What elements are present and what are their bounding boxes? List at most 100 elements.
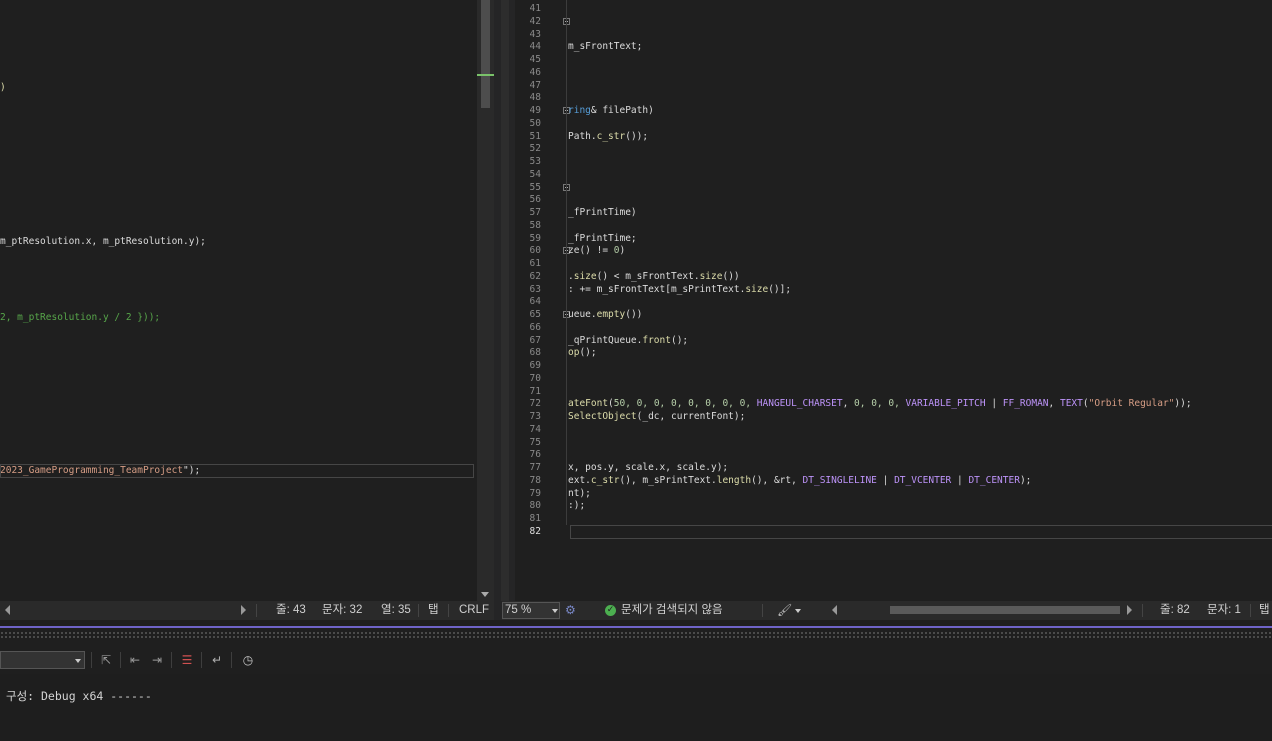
code-token: HANGEUL_CHARSET [756, 398, 843, 410]
code-line: ateFont(50, 0, 0, 0, 0, 0, 0, 0, HANGEUL… [568, 398, 1192, 410]
word-wrap-icon[interactable]: ↵ [208, 652, 226, 668]
right-status-bar: 75 % ⚙ ✓ 문제가 검색되지 않음 🖌 줄: 82 문자: 1 탭 [502, 601, 1272, 620]
line-number: 54 [529, 168, 541, 180]
output-text-area[interactable]: 구성: Debug x64 ------ [0, 674, 1272, 741]
code-token: SelectObject [568, 411, 637, 422]
go-to-previous-icon[interactable]: ⇱ [97, 652, 115, 668]
status-gap [494, 601, 502, 620]
brush-icon[interactable]: 🖌 [777, 601, 792, 620]
clock-icon[interactable]: ◷ [239, 652, 257, 668]
code-token: DT_SINGLELINE [802, 474, 877, 486]
line-number: 59 [529, 232, 541, 244]
code-token: ) [619, 245, 626, 257]
change-marker [477, 74, 494, 76]
chevron-down-icon [552, 609, 558, 613]
line-indicator[interactable]: 줄: 43 [276, 601, 306, 620]
code-token: c_str [596, 130, 626, 142]
indent-indicator[interactable]: 탭 [428, 601, 439, 620]
code-token: ()) [625, 309, 643, 320]
code-token: c_str [590, 474, 620, 486]
code-token: "Orbit Regular" [1088, 398, 1175, 410]
code-token: _fPrintTime) [568, 207, 637, 218]
char-indicator[interactable]: 문자: 32 [322, 601, 362, 620]
line-ending-indicator[interactable]: CRLF [459, 601, 489, 620]
line-number: 78 [529, 474, 541, 486]
left-vertical-scrollbar[interactable] [477, 0, 494, 601]
scroll-right-icon[interactable] [241, 605, 246, 615]
zoom-value: 75 % [505, 604, 532, 616]
code-line: ueue.empty()) [568, 309, 642, 321]
line-indicator[interactable]: 줄: 82 [1160, 601, 1190, 620]
horizontal-scrollbar-thumb[interactable] [890, 606, 1120, 614]
code-token: m_sFrontText; [568, 41, 643, 53]
line-number: 47 [529, 79, 541, 91]
line-number: 72 [529, 398, 541, 410]
copilot-icon[interactable]: ⚙ [565, 601, 576, 620]
code-token: (); [670, 334, 689, 346]
code-token: (), m_sPrintText. [619, 474, 717, 486]
line-number: 41 [529, 3, 541, 14]
clear-all-icon[interactable]: ☰ [178, 652, 196, 668]
code-line: 2, m_ptResolution.y / 2 })); [0, 312, 160, 324]
chevron-down-icon[interactable] [795, 609, 801, 613]
horizontal-scrollbar-track[interactable] [14, 601, 236, 620]
code-line: _qPrintQueue.front(); [568, 335, 688, 347]
line-number: 69 [529, 360, 541, 371]
scroll-left-icon[interactable] [832, 605, 837, 615]
scroll-right-icon[interactable] [1127, 605, 1132, 615]
output-toolbar: ⇱ ⇤ ⇥ ☰ ↵ ◷ [0, 646, 1272, 674]
char-indicator[interactable]: 문자: 1 [1207, 601, 1241, 620]
code-token: TEXT [1059, 398, 1083, 410]
code-line: m_sFrontText; [568, 41, 642, 53]
code-token: )); [1174, 398, 1192, 410]
right-editor[interactable]: 41 42 43 44 45 46 47 48 49 50 51 52 53 54 55 56 57 58 59 60… [515, 0, 1272, 601]
line-number: 49 [529, 105, 541, 116]
code-line: ring& filePath) [568, 105, 654, 117]
previous-message-icon[interactable]: ⇤ [126, 652, 144, 668]
output-source-select[interactable] [0, 651, 85, 669]
code-token: ze() != [568, 245, 614, 257]
code-token: | [876, 474, 895, 486]
line-number: 67 [529, 334, 541, 346]
code-token: FF_ROMAN [1002, 398, 1049, 410]
code-token: ueue. [568, 309, 597, 320]
line-number: 55 [529, 181, 541, 193]
code-token: ring [568, 105, 591, 116]
code-token: & filePath) [590, 105, 654, 116]
code-token: ()]; [768, 283, 792, 295]
code-token: : += m_sFrontText[m_sPrintText. [568, 283, 746, 295]
scroll-down-icon[interactable] [481, 592, 489, 597]
code-token: x, pos.y, scale.x, scale.y); [568, 462, 729, 473]
issues-status[interactable]: 문제가 검색되지 않음 [621, 601, 723, 620]
code-token: empty [596, 309, 626, 320]
output-line: 구성: Debug x64 ------ [6, 689, 152, 703]
line-number: 52 [529, 143, 541, 155]
line-number: 58 [529, 219, 541, 231]
code-token: (_dc, [636, 411, 671, 422]
zoom-dropdown[interactable]: 75 % [502, 602, 560, 619]
line-number: 45 [529, 54, 541, 65]
indent-indicator[interactable]: 탭 [1259, 601, 1270, 620]
editor-splitter[interactable] [494, 0, 515, 601]
current-line-highlight [570, 525, 1272, 539]
code-line: Path.c_str()); [568, 131, 648, 143]
line-number: 80 [529, 500, 541, 512]
code-token: ); [1019, 474, 1032, 486]
code-token: ateFont [568, 398, 609, 410]
next-message-icon[interactable]: ⇥ [148, 652, 166, 668]
col-indicator[interactable]: 열: 35 [381, 601, 411, 620]
panel-resize-grip[interactable] [0, 631, 1272, 640]
code-token: size [699, 270, 723, 282]
scrollbar-thumb[interactable] [481, 0, 490, 108]
scroll-left-icon[interactable] [5, 605, 10, 615]
code-token: 2, m_ptResolution.y / 2 })); [0, 312, 161, 323]
line-number: 82 [529, 525, 541, 537]
code-token: VARIABLE_PITCH [905, 398, 986, 410]
current-line-highlight [0, 464, 474, 478]
line-number: 53 [529, 156, 541, 167]
code-token: , [1048, 398, 1060, 410]
line-number: 46 [529, 66, 541, 78]
left-editor[interactable]: ) m_ptResolution.x, m_ptResolution.y); 2, … [0, 0, 494, 601]
left-status-bar: 줄: 43 문자: 32 열: 35 탭 CRLF [0, 601, 494, 620]
code-token: _qPrintQueue. [568, 334, 643, 346]
